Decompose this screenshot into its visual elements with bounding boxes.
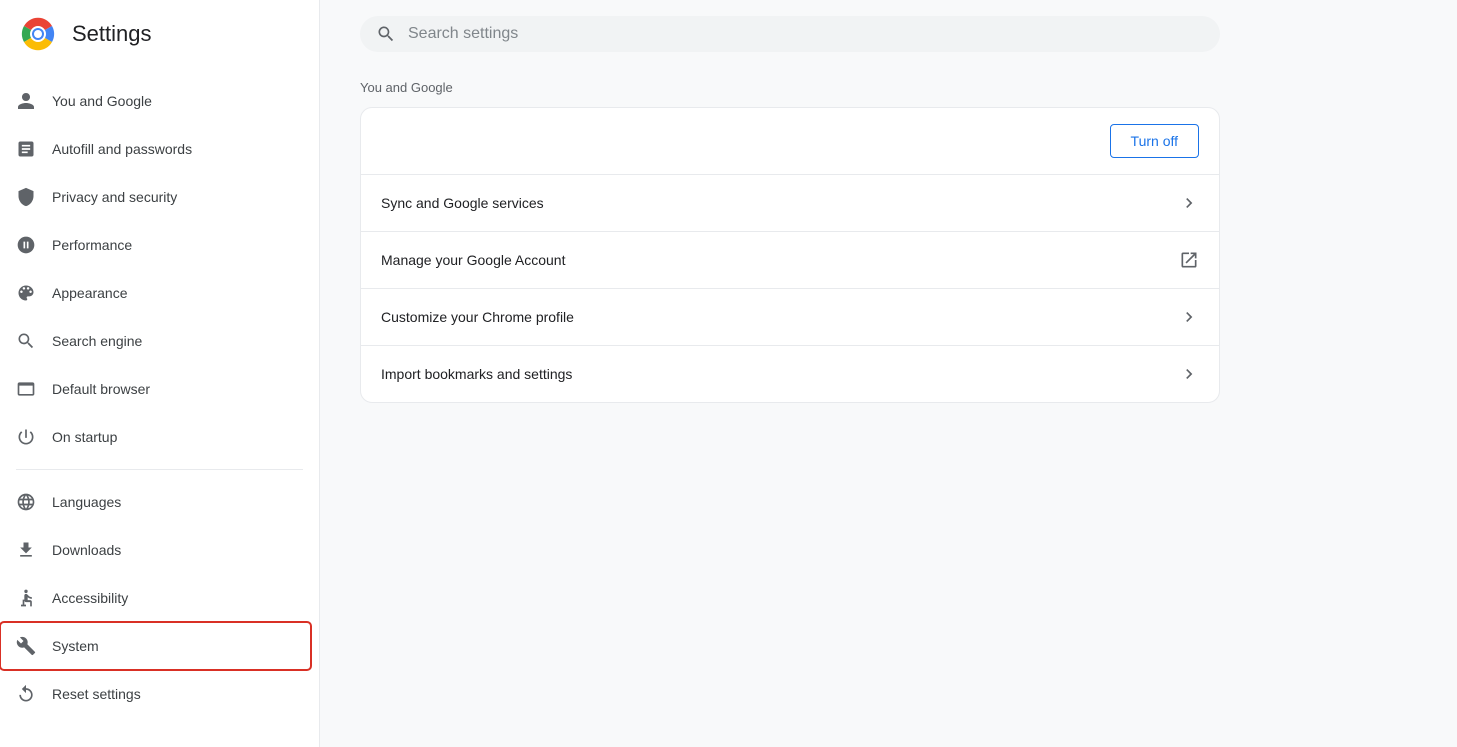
sidebar-item-system[interactable]: System <box>0 622 311 670</box>
content-area: You and Google Turn off Sync and Google … <box>320 68 1457 443</box>
sidebar-item-on-startup[interactable]: On startup <box>0 413 311 461</box>
sidebar-item-label: System <box>52 638 99 654</box>
sidebar-item-label: Accessibility <box>52 590 128 606</box>
person-icon <box>16 91 36 111</box>
sync-google-services-row[interactable]: Sync and Google services <box>361 175 1219 232</box>
turn-off-button[interactable]: Turn off <box>1110 124 1199 158</box>
card-top: Turn off <box>361 108 1219 175</box>
chrome-logo-icon <box>20 16 56 52</box>
search-icon <box>376 24 396 44</box>
sidebar-item-label: Autofill and passwords <box>52 141 192 157</box>
sidebar-item-label: Privacy and security <box>52 189 177 205</box>
section-label: You and Google <box>360 80 1417 95</box>
palette-icon <box>16 283 36 303</box>
sidebar-item-performance[interactable]: Performance <box>0 221 311 269</box>
sidebar-item-autofill-and-passwords[interactable]: Autofill and passwords <box>0 125 311 173</box>
sidebar-item-you-and-google[interactable]: You and Google <box>0 77 311 125</box>
import-bookmarks-row[interactable]: Import bookmarks and settings <box>361 346 1219 402</box>
sidebar-item-reset-settings[interactable]: Reset settings <box>0 670 311 718</box>
chevron-right-icon <box>1179 193 1199 213</box>
sidebar-item-label: Search engine <box>52 333 142 349</box>
shield-icon <box>16 187 36 207</box>
sidebar-item-privacy-and-security[interactable]: Privacy and security <box>0 173 311 221</box>
autofill-icon <box>16 139 36 159</box>
search-bar-area <box>320 0 1457 68</box>
performance-icon <box>16 235 36 255</box>
customize-chrome-profile-row[interactable]: Customize your Chrome profile <box>361 289 1219 346</box>
sidebar-item-default-browser[interactable]: Default browser <box>0 365 311 413</box>
globe-icon <box>16 492 36 512</box>
sidebar-item-accessibility[interactable]: Accessibility <box>0 574 311 622</box>
sync-google-services-label: Sync and Google services <box>381 195 544 211</box>
sidebar-item-search-engine[interactable]: Search engine <box>0 317 311 365</box>
sidebar-item-appearance[interactable]: Appearance <box>0 269 311 317</box>
sidebar-item-label: Performance <box>52 237 132 253</box>
sidebar-header: Settings <box>0 0 319 69</box>
import-bookmarks-label: Import bookmarks and settings <box>381 366 572 382</box>
sidebar-item-label: On startup <box>52 429 117 445</box>
search-input[interactable] <box>408 25 1204 43</box>
sidebar-item-label: Default browser <box>52 381 150 397</box>
wrench-icon <box>16 636 36 656</box>
power-icon <box>16 427 36 447</box>
manage-google-account-label: Manage your Google Account <box>381 252 565 268</box>
search-icon <box>16 331 36 351</box>
browser-icon <box>16 379 36 399</box>
sidebar-item-label: Reset settings <box>52 686 141 702</box>
accessibility-icon <box>16 588 36 608</box>
reset-icon <box>16 684 36 704</box>
main-content: You and Google Turn off Sync and Google … <box>320 0 1457 747</box>
nav-divider <box>16 469 303 470</box>
sidebar: Settings You and Google Autofill and pas… <box>0 0 320 747</box>
sidebar-nav: You and Google Autofill and passwords Pr… <box>0 69 319 747</box>
sidebar-item-languages[interactable]: Languages <box>0 478 311 526</box>
you-and-google-card: Turn off Sync and Google services Manage… <box>360 107 1220 403</box>
chevron-right-icon <box>1179 307 1199 327</box>
chevron-right-icon <box>1179 364 1199 384</box>
sidebar-item-downloads[interactable]: Downloads <box>0 526 311 574</box>
manage-google-account-row[interactable]: Manage your Google Account <box>361 232 1219 289</box>
external-link-icon <box>1179 250 1199 270</box>
customize-chrome-profile-label: Customize your Chrome profile <box>381 309 574 325</box>
search-bar <box>360 16 1220 52</box>
app-title: Settings <box>72 21 152 47</box>
sidebar-item-label: Appearance <box>52 285 128 301</box>
sidebar-item-label: You and Google <box>52 93 152 109</box>
download-icon <box>16 540 36 560</box>
sidebar-item-label: Languages <box>52 494 121 510</box>
sidebar-item-label: Downloads <box>52 542 121 558</box>
